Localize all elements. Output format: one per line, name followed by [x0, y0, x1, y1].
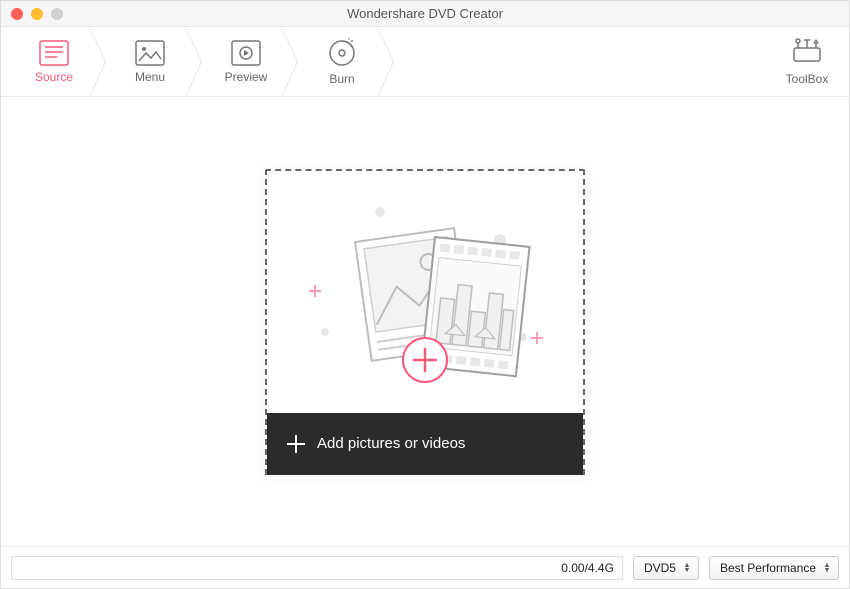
toolbox-icon: [792, 37, 822, 68]
tab-menu-label: Menu: [135, 70, 165, 84]
disc-type-value: DVD5: [644, 561, 676, 575]
tab-preview-label: Preview: [225, 70, 268, 84]
source-icon: [39, 40, 69, 66]
minimize-icon[interactable]: [31, 8, 43, 20]
toolbox-button[interactable]: ToolBox: [777, 37, 837, 86]
step-tabs: Source Menu Preview: [13, 27, 397, 96]
statusbar: 0.00/4.4G DVD5 ▲▼ Best Performance ▲▼: [1, 546, 849, 588]
menu-icon: [135, 40, 165, 66]
quality-value: Best Performance: [720, 561, 816, 575]
dropzone[interactable]: Add pictures or videos: [265, 169, 585, 475]
titlebar: Wondershare DVD Creator: [1, 1, 849, 27]
tab-source-label: Source: [35, 70, 73, 84]
size-readout-value: 0.00/4.4G: [561, 561, 614, 575]
window-controls: [1, 8, 63, 20]
disc-type-select[interactable]: DVD5 ▲▼: [633, 556, 699, 580]
add-media-label: Add pictures or videos: [317, 435, 465, 452]
plus-icon: [287, 435, 305, 453]
preview-icon: [231, 40, 261, 66]
size-readout: 0.00/4.4G: [11, 556, 623, 580]
add-media-button[interactable]: Add pictures or videos: [267, 413, 583, 475]
chevron-divider-icon: [95, 27, 109, 96]
tab-burn-label: Burn: [329, 72, 354, 86]
toolbox-label: ToolBox: [786, 72, 829, 86]
toolbar: Source Menu Preview: [1, 27, 849, 97]
maximize-icon[interactable]: [51, 8, 63, 20]
chevron-divider-icon: [191, 27, 205, 96]
media-illustration-icon: [285, 182, 565, 402]
chevron-divider-icon: [287, 27, 301, 96]
tab-burn[interactable]: Burn: [301, 27, 383, 96]
main-content: Add pictures or videos: [1, 97, 849, 546]
tab-preview[interactable]: Preview: [205, 27, 287, 96]
burn-icon: [327, 38, 357, 68]
quality-select[interactable]: Best Performance ▲▼: [709, 556, 839, 580]
stepper-arrows-icon: ▲▼: [682, 563, 692, 573]
app-title: Wondershare DVD Creator: [1, 6, 849, 21]
chevron-divider-icon: [383, 27, 397, 96]
dropzone-illustration: [267, 171, 583, 413]
close-icon[interactable]: [11, 8, 23, 20]
tab-menu[interactable]: Menu: [109, 27, 191, 96]
tab-source[interactable]: Source: [13, 27, 95, 96]
stepper-arrows-icon: ▲▼: [822, 563, 832, 573]
